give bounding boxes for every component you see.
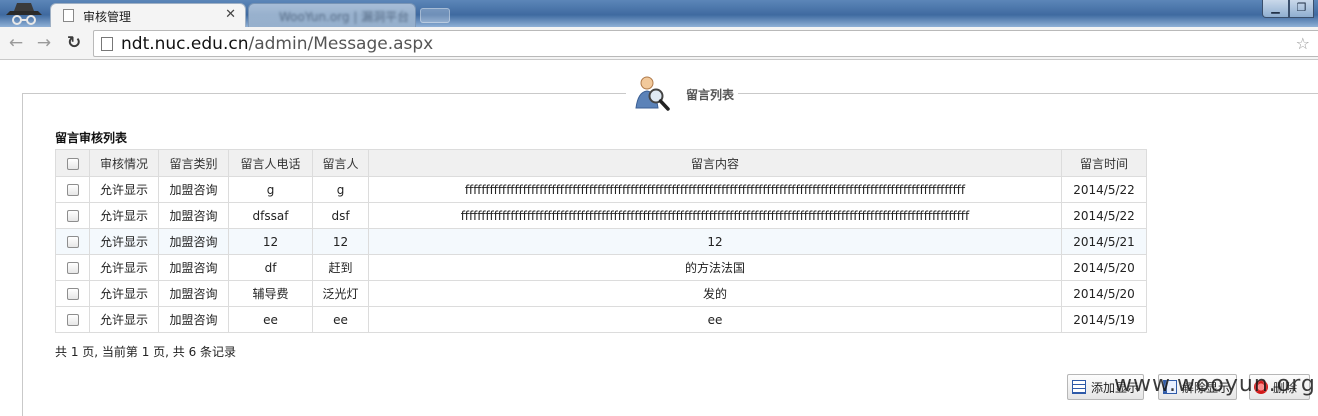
browser-toolbar: ← → ↻ ndt.nuc.edu.cn/admin/Message.aspx … [0,27,1318,60]
fieldset-legend: 留言列表 [626,74,739,114]
back-icon[interactable]: ← [4,31,28,55]
content-cell: 的方法法国 [368,254,1062,281]
column-header[interactable]: 留言人 [312,149,369,177]
tab-title: 审核管理 [83,10,132,24]
content-cell: ee [368,306,1062,333]
content-cell: 12 [368,228,1062,255]
row-checkbox[interactable] [66,236,79,248]
page-icon [101,37,113,51]
row-select-cell [55,254,90,281]
phone-cell: 12 [228,228,313,255]
bookmark-star-icon[interactable]: ☆ [1296,34,1310,53]
status-cell: 允许显示 [89,306,159,333]
phone-cell: dfssaf [228,202,313,229]
row-select-cell [55,176,90,203]
status-cell: 允许显示 [89,280,159,307]
minimize-icon: ▁ [1271,1,1280,14]
user-search-icon [635,76,670,111]
pager-text: 共 1 页, 当前第 1 页, 共 6 条记录 [55,345,237,359]
name-cell: g [312,176,369,203]
table-row[interactable]: 允许显示 加盟咨询 12 12 12 2014/5/21 [55,228,1147,255]
url-path: /admin/Message.aspx [248,34,434,54]
row-checkbox[interactable] [66,314,79,326]
tab-title-inactive: WooYun.org | 漏洞平台 [279,10,410,24]
category-cell: 加盟咨询 [158,306,229,333]
content-cell: ffffffffffffffffffffffffffffffffffffffff… [368,176,1062,203]
column-header[interactable]: 留言内容 [368,149,1062,177]
reload-icon[interactable]: ↻ [62,31,86,55]
time-cell: 2014/5/20 [1061,254,1147,281]
minimize-button[interactable]: ▁ [1262,0,1289,18]
row-select-cell [55,280,90,307]
phone-cell: g [228,176,313,203]
table-row[interactable]: 允许显示 加盟咨询 g g ffffffffffffffffffffffffff… [55,176,1147,203]
column-header[interactable]: 审核情况 [89,149,159,177]
phone-cell: df [228,254,313,281]
tab-active[interactable]: 审核管理 ✕ [50,3,246,27]
watermark: www.wooyun.org [1114,372,1316,397]
name-cell: dsf [312,202,369,229]
maximize-icon: ❐ [1296,1,1307,14]
status-cell: 允许显示 [89,254,159,281]
category-cell: 加盟咨询 [158,280,229,307]
tab-inactive[interactable]: WooYun.org | 漏洞平台 [248,3,416,27]
page-icon [63,9,74,22]
row-checkbox[interactable] [66,288,79,300]
section-title: 留言审核列表 [55,131,128,145]
message-table: 审核情况 留言类别 留言人电话 留言人 留言内容 留言时间 允许显示 加盟咨询 … [55,149,1147,333]
row-select-cell [55,202,90,229]
tab-close-icon[interactable]: ✕ [225,7,236,22]
time-cell: 2014/5/20 [1061,280,1147,307]
select-all-cell [55,149,90,177]
category-cell: 加盟咨询 [158,228,229,255]
phone-cell: ee [228,306,313,333]
status-cell: 允许显示 [89,176,159,203]
column-header[interactable]: 留言时间 [1061,149,1147,177]
window-titlebar: 审核管理 ✕ WooYun.org | 漏洞平台 ▁ ❐ [0,0,1318,27]
legend-title: 留言列表 [686,87,735,102]
category-cell: 加盟咨询 [158,176,229,203]
time-cell: 2014/5/22 [1061,176,1147,203]
incognito-icon [6,3,42,25]
name-cell: ee [312,306,369,333]
select-all-checkbox[interactable] [66,157,79,170]
row-select-cell [55,306,90,333]
status-cell: 允许显示 [89,228,159,255]
column-header[interactable]: 留言类别 [158,149,229,177]
address-bar[interactable]: ndt.nuc.edu.cn/admin/Message.aspx ☆ [93,30,1318,57]
phone-cell: 辅导费 [228,280,313,307]
url-text[interactable]: ndt.nuc.edu.cn/admin/Message.aspx [121,34,433,54]
table-row[interactable]: 允许显示 加盟咨询 ee ee ee 2014/5/19 [55,306,1147,333]
name-cell: 赶到 [312,254,369,281]
column-header[interactable]: 留言人电话 [228,149,313,177]
table-icon [1072,380,1086,394]
row-checkbox[interactable] [66,210,79,222]
row-checkbox[interactable] [66,262,79,274]
time-cell: 2014/5/22 [1061,202,1147,229]
category-cell: 加盟咨询 [158,254,229,281]
category-cell: 加盟咨询 [158,202,229,229]
name-cell: 12 [312,228,369,255]
table-row[interactable]: 允许显示 加盟咨询 df 赶到 的方法法国 2014/5/20 [55,254,1147,281]
name-cell: 泛光灯 [312,280,369,307]
table-header-row: 审核情况 留言类别 留言人电话 留言人 留言内容 留言时间 [55,149,1147,177]
forward-icon[interactable]: → [32,31,56,55]
row-select-cell [55,228,90,255]
time-cell: 2014/5/21 [1061,228,1147,255]
url-host: ndt.nuc.edu.cn [121,34,249,54]
time-cell: 2014/5/19 [1061,306,1147,333]
table-row[interactable]: 允许显示 加盟咨询 辅导费 泛光灯 发的 2014/5/20 [55,280,1147,307]
table-row[interactable]: 允许显示 加盟咨询 dfssaf dsf fffffffffffffffffff… [55,202,1147,229]
maximize-button[interactable]: ❐ [1289,0,1314,18]
content-cell: 发的 [368,280,1062,307]
row-checkbox[interactable] [66,184,79,196]
content-cell: ffffffffffffffffffffffffffffffffffffffff… [368,202,1062,229]
status-cell: 允许显示 [89,202,159,229]
new-tab-button[interactable] [420,8,450,23]
